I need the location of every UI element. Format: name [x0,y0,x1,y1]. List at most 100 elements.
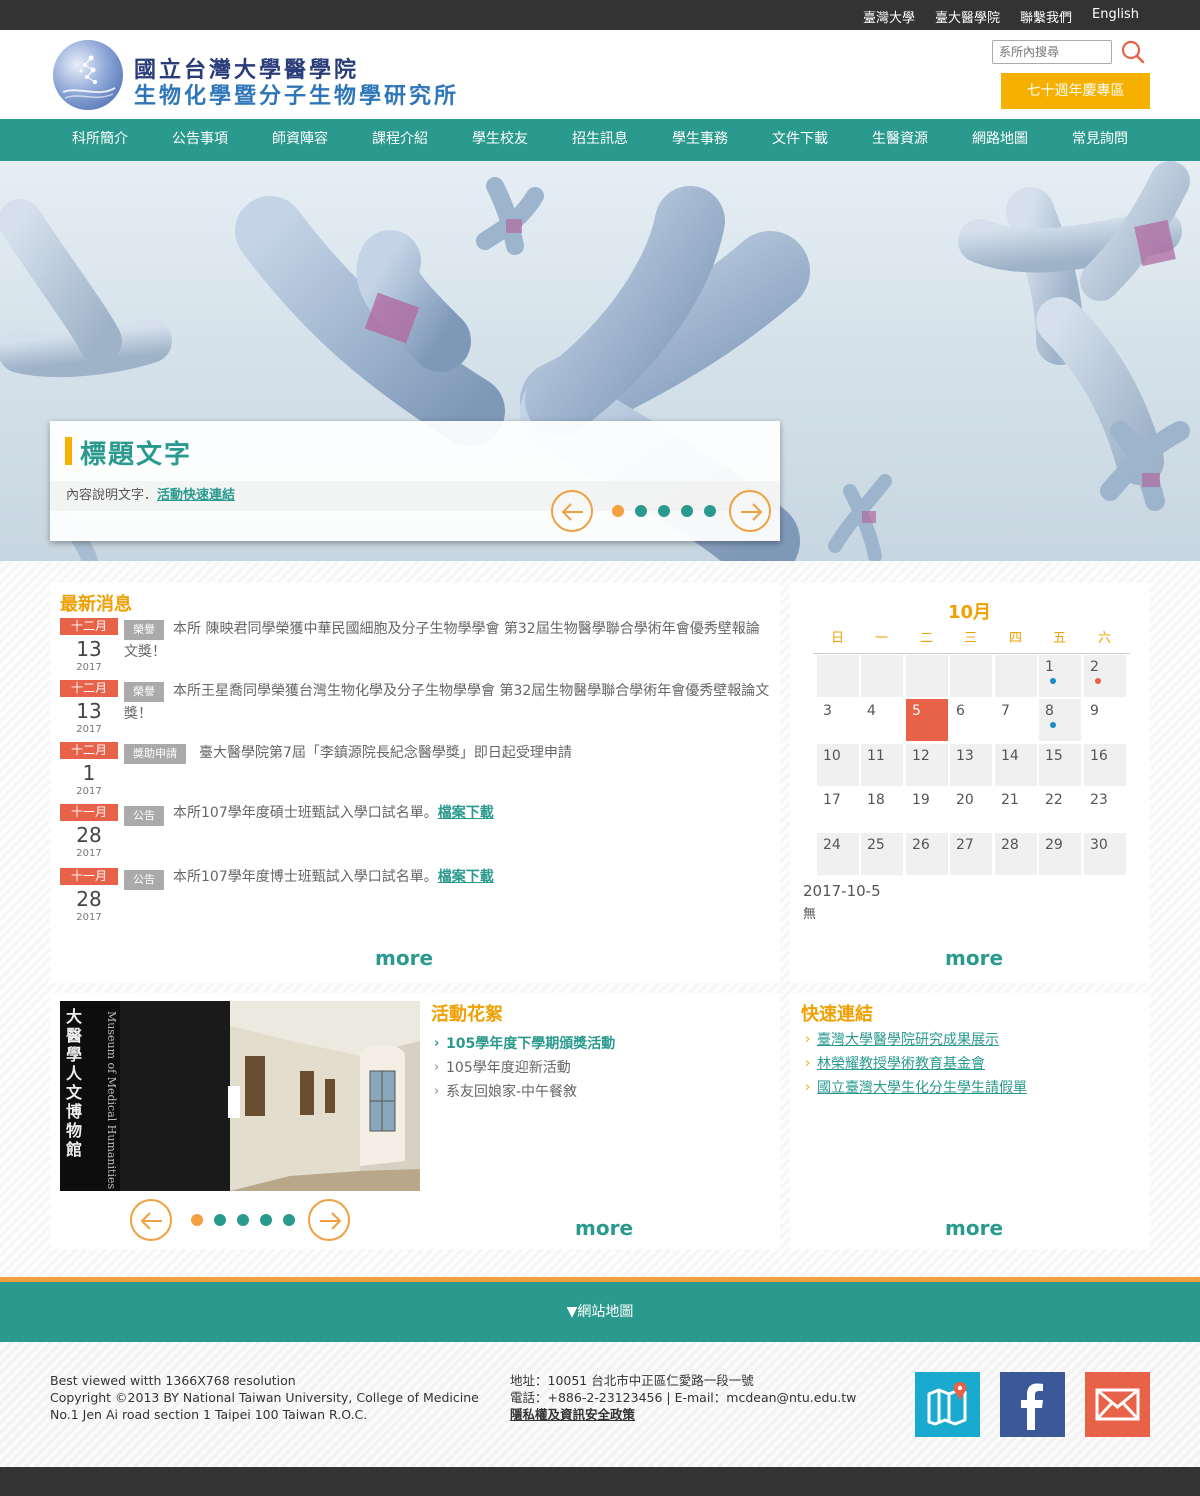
nav-item-sitemap[interactable]: 網路地圖 [950,119,1050,159]
calendar-day-number: 23 [1090,792,1108,808]
news-text[interactable]: 本所王星喬同學榮獲台灣生物化學及分子生物學學會 第32屆生物醫學聯合學術年會優秀… [124,680,770,726]
calendar-day[interactable]: 21 [995,788,1037,830]
quick-link-label[interactable]: 國立臺灣大學生化分生學生請假單 [817,1080,1027,1096]
calendar-day[interactable]: 1 [1039,655,1081,697]
news-text[interactable]: 臺大醫學院第7屆「李鎮源院長紀念醫學獎」即日起受理申請 [199,742,770,765]
facebook-icon[interactable] [1000,1372,1065,1437]
nav-item-faculty[interactable]: 師資陣容 [250,119,350,159]
news-item[interactable]: 十一月 28 2017 公告 本所107學年度博士班甄試入學口試名單。檔案下載 [60,868,770,930]
nav-item-student-affairs[interactable]: 學生事務 [650,119,750,159]
calendar-day[interactable]: 12 [906,744,948,786]
search-input[interactable] [992,40,1112,64]
calendar-day[interactable]: 4 [861,699,903,741]
search-icon[interactable] [1120,39,1146,65]
news-item[interactable]: 十一月 28 2017 公告 本所107學年度碩士班甄試入學口試名單。檔案下載 [60,804,770,866]
banner-dot-2[interactable] [635,505,647,517]
nav-item-admissions[interactable]: 招生訊息 [550,119,650,159]
activity-item[interactable]: 系友回娘家-中午餐敘 [434,1080,615,1104]
calendar-day[interactable]: 7 [995,699,1037,741]
calendar-day[interactable]: 22 [1039,788,1081,830]
nav-item-announcements[interactable]: 公告事項 [150,119,250,159]
calendar-day[interactable]: 10 [817,744,859,786]
nav-item-courses[interactable]: 課程介紹 [350,119,450,159]
activity-dot-1[interactable] [191,1214,203,1226]
top-link-contact[interactable]: 聯繫我們 [1020,7,1072,26]
activity-photo[interactable]: 大醫學人文博物館 Museum of Medical Humanities [60,1001,420,1191]
calendar-more-link[interactable]: more [945,946,1003,970]
calendar-day[interactable]: 30 [1084,833,1126,875]
quick-link[interactable]: 臺灣大學醫學院研究成果展示 [805,1028,1027,1052]
calendar-day[interactable]: 24 [817,833,859,875]
top-link-english[interactable]: English [1092,7,1139,26]
anniversary-button[interactable]: 七十週年慶專區 [1001,73,1150,109]
top-link-ntu[interactable]: 臺灣大學 [863,7,915,26]
nav-item-about[interactable]: 科所簡介 [50,119,150,159]
activity-prev-button[interactable] [130,1199,172,1241]
quick-links-more-link[interactable]: more [945,1216,1003,1240]
sitemap-toggle[interactable]: ▼網站地圖 [0,1282,1200,1342]
activity-more-link[interactable]: more [575,1216,633,1240]
logo-title-line2[interactable]: 生物化學暨分子生物學研究所 [134,78,459,110]
calendar-day[interactable]: 25 [861,833,903,875]
news-item[interactable]: 十二月 13 2017 榮譽 本所王星喬同學榮獲台灣生物化學及分子生物學學會 第… [60,680,770,740]
calendar-day[interactable]: 6 [950,699,992,741]
quick-link-label[interactable]: 臺灣大學醫學院研究成果展示 [817,1032,999,1048]
download-link[interactable]: 檔案下載 [438,805,494,821]
privacy-policy-link[interactable]: 隱私權及資訊安全政策 [510,1406,856,1423]
activity-dot-4[interactable] [260,1214,272,1226]
news-text[interactable]: 本所107學年度博士班甄試入學口試名單。 [173,869,438,885]
nav-item-downloads[interactable]: 文件下載 [750,119,850,159]
calendar-day[interactable]: 14 [995,744,1037,786]
quick-link-label[interactable]: 林榮耀教授學術教育基金會 [817,1056,985,1072]
activity-dot-3[interactable] [237,1214,249,1226]
activity-item[interactable]: 105學年度迎新活動 [434,1056,615,1080]
nav-item-students-alumni[interactable]: 學生校友 [450,119,550,159]
quick-link[interactable]: 國立臺灣大學生化分生學生請假單 [805,1076,1027,1100]
news-more-link[interactable]: more [375,946,433,970]
calendar-day[interactable]: 19 [906,788,948,830]
calendar-day[interactable]: 27 [950,833,992,875]
banner-quick-link[interactable]: 活動快速連結 [157,488,235,503]
news-text[interactable]: 本所107學年度碩士班甄試入學口試名單。 [173,805,438,821]
calendar-day[interactable]: 13 [950,744,992,786]
calendar-day[interactable]: 15 [1039,744,1081,786]
nav-item-faq[interactable]: 常見詢問 [1050,119,1150,159]
calendar-day[interactable]: 2 [1084,655,1126,697]
banner-dot-3[interactable] [658,505,670,517]
banner-dot-5[interactable] [704,505,716,517]
banner-prev-button[interactable] [551,490,593,532]
calendar-day[interactable]: 16 [1084,744,1126,786]
calendar-day[interactable]: 26 [906,833,948,875]
calendar-day[interactable]: 9 [1084,699,1126,741]
calendar-day[interactable]: 23 [1084,788,1126,830]
calendar-day[interactable]: 3 [817,699,859,741]
calendar-day[interactable]: 17 [817,788,859,830]
calendar-day[interactable]: 11 [861,744,903,786]
calendar-day[interactable]: 8 [1039,699,1081,741]
calendar-month: 10月 [948,602,992,623]
activity-item[interactable]: 105學年度下學期頒獎活動 [434,1032,615,1056]
calendar-weekday: 五 [1052,631,1066,646]
calendar-day[interactable]: 5 [906,699,948,741]
nav-item-biomed-resources[interactable]: 生醫資源 [850,119,950,159]
activity-next-button[interactable] [308,1199,350,1241]
download-link[interactable]: 檔案下載 [438,869,494,885]
banner-dot-4[interactable] [681,505,693,517]
news-item[interactable]: 十二月 13 2017 榮譽 本所 陳映君同學榮獲中華民國細胞及分子生物學學會 … [60,618,770,678]
news-text[interactable]: 本所 陳映君同學榮獲中華民國細胞及分子生物學學會 第32屆生物醫學聯合學術年會優… [124,618,770,664]
map-icon[interactable] [915,1372,980,1437]
top-link-medicine[interactable]: 臺大醫學院 [935,7,1000,26]
activity-dot-2[interactable] [214,1214,226,1226]
logo-icon[interactable] [53,40,123,110]
mail-icon[interactable] [1085,1372,1150,1437]
calendar-day[interactable]: 18 [861,788,903,830]
calendar-day[interactable]: 28 [995,833,1037,875]
banner-next-button[interactable] [729,490,771,532]
header: 國立台灣大學醫學院 生物化學暨分子生物學研究所 七十週年慶專區 [0,30,1200,119]
calendar-day[interactable]: 20 [950,788,992,830]
activity-dot-5[interactable] [283,1214,295,1226]
banner-dot-1[interactable] [612,505,624,517]
quick-link[interactable]: 林榮耀教授學術教育基金會 [805,1052,1027,1076]
news-item[interactable]: 十二月 1 2017 獎助申請 臺大醫學院第7屆「李鎮源院長紀念醫學獎」即日起受… [60,742,770,802]
calendar-day[interactable]: 29 [1039,833,1081,875]
